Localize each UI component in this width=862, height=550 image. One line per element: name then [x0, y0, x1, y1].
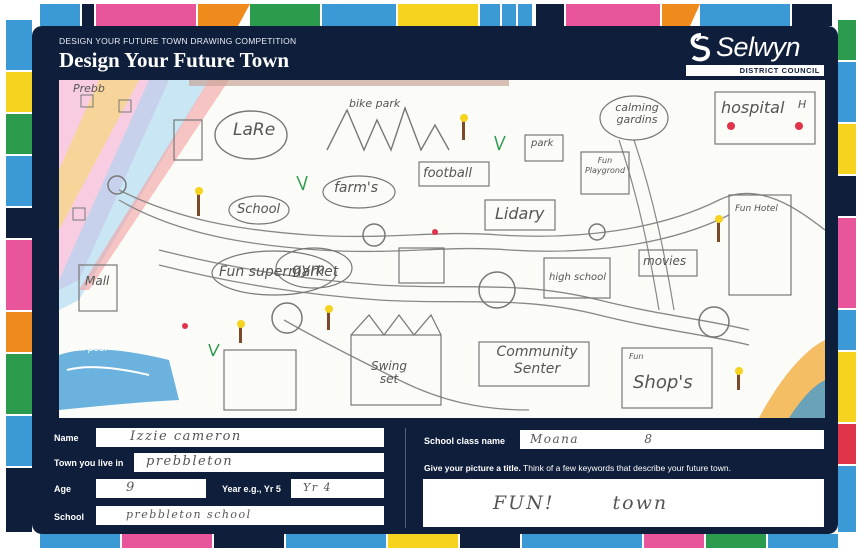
town-label: Town you live in — [54, 458, 124, 468]
shops-label: Shop's — [633, 372, 693, 393]
community-center-label: Community Senter — [496, 344, 578, 377]
selwyn-swirl-icon — [690, 33, 711, 62]
form-divider — [405, 428, 406, 528]
school-label: School — [54, 512, 85, 522]
page-title: Design Your Future Town — [59, 48, 290, 72]
class-label: School class name — [424, 436, 506, 446]
competition-entry-card: DESIGN YOUR FUTURE TOWN DRAWING COMPETIT… — [0, 0, 862, 550]
movies-label: movies — [643, 254, 687, 268]
shops-fun-label: Fun — [629, 352, 644, 361]
school-field[interactable]: prebbleton school — [96, 506, 384, 525]
title-prompt-rest: Think of a few keywords that describe yo… — [520, 463, 731, 473]
pool-label: Fun pool — [69, 344, 108, 354]
fun-playground-label: Fun Playgrond — [584, 156, 626, 175]
town-value: prebbleton — [146, 454, 234, 469]
hospital-h-label: H — [798, 98, 807, 111]
park-label: park — [531, 138, 554, 149]
fun-hotel-label: Fun Hotel — [735, 204, 778, 214]
farms-label: farm's — [334, 180, 379, 196]
age-label: Age — [54, 484, 72, 494]
logo-wordmark: Selwyn — [716, 32, 801, 62]
drawing-sketch — [59, 80, 825, 418]
year-field[interactable]: Yr 4 — [291, 479, 384, 498]
title-prompt: Give your picture a title. Think of a fe… — [424, 463, 731, 473]
library-label: Lidary — [495, 204, 545, 223]
year-label: Year e.g., Yr 5 — [222, 484, 281, 494]
calming-gardens-label: calming gardins — [615, 101, 659, 126]
name-value: Izzie cameron — [130, 429, 242, 444]
football-label: football — [423, 166, 473, 181]
town-sign-label: Prebb — [73, 82, 105, 95]
picture-title-value: FUN! town — [493, 492, 669, 514]
logo-subtitle: DISTRICT COUNCIL — [739, 66, 820, 75]
town-field[interactable]: prebbleton — [134, 453, 384, 472]
mall-label: Mall — [85, 274, 110, 288]
hospital-label: hospital — [721, 98, 785, 117]
class-value: Moana 8 — [530, 432, 654, 446]
age-value: 9 — [126, 480, 136, 495]
high-school-label: high school — [549, 272, 607, 283]
name-label: Name — [54, 433, 79, 443]
school-label: School — [237, 202, 281, 217]
school-value: prebbleton school — [126, 508, 252, 521]
lake-label: LaRe — [233, 120, 276, 140]
gym-label: gym — [292, 260, 326, 278]
bike-park-label: bike park — [349, 97, 401, 110]
name-field[interactable]: Izzie cameron — [96, 428, 384, 447]
picture-title-field[interactable]: FUN! town — [423, 479, 824, 527]
class-field[interactable]: Moana 8 — [520, 430, 824, 449]
year-value: Yr 4 — [303, 481, 333, 494]
council-logo: Selwyn DISTRICT COUNCIL — [686, 32, 824, 76]
swing-set-label: Swing set — [371, 359, 407, 386]
competition-subtitle: DESIGN YOUR FUTURE TOWN DRAWING COMPETIT… — [59, 36, 297, 46]
town-drawing: Prebb LaRe bike park calming gardins hos… — [59, 80, 825, 418]
age-field[interactable]: 9 — [96, 479, 206, 498]
title-prompt-bold: Give your picture a title. — [424, 463, 521, 473]
